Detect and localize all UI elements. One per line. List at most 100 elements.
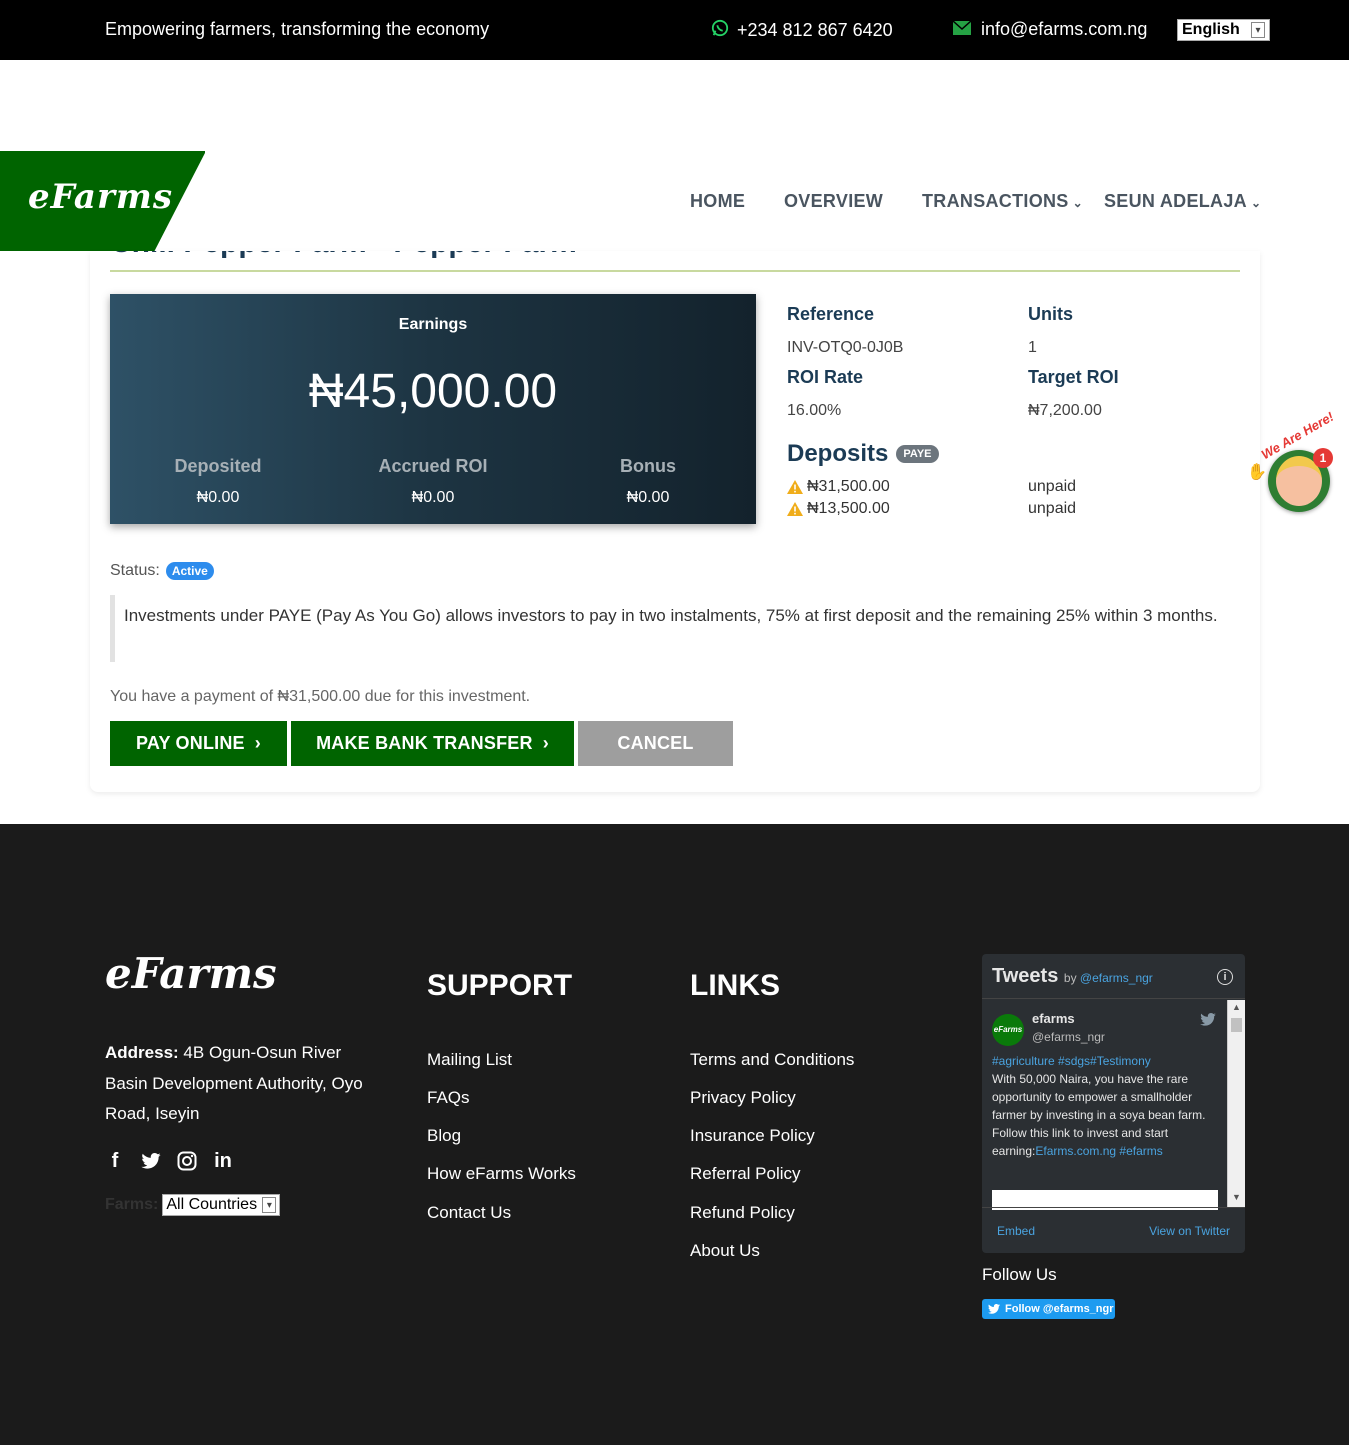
pay-online-label: PAY ONLINE: [136, 733, 245, 753]
twitter-timeline: Tweets by @efarms_ngr i eFarms efarms @e…: [982, 954, 1245, 1253]
nav-user-label: SEUN ADELAJA: [1104, 191, 1247, 211]
embed-link[interactable]: Embed: [997, 1224, 1035, 1238]
deposit-amount: ₦13,500.00: [807, 500, 890, 517]
units-value: 1: [1028, 339, 1037, 356]
warning-icon: [787, 502, 803, 516]
deposits-heading: Deposits PAYE: [787, 440, 939, 468]
tweet-handle[interactable]: @efarms_ngr: [1032, 1028, 1105, 1046]
scrollbar-thumb[interactable]: [1231, 1018, 1242, 1032]
facebook-icon[interactable]: f: [105, 1150, 125, 1172]
earnings-label: Earnings: [398, 316, 468, 333]
footer-link[interactable]: Referral Policy: [690, 1164, 801, 1184]
tweet-text: #agriculture #sdgs#Testimony With 50,000…: [992, 1052, 1217, 1160]
support-link[interactable]: Contact Us: [427, 1203, 511, 1223]
bonus-label: Bonus: [620, 456, 676, 476]
chat-widget[interactable]: We Are Here! ✋ 1: [1243, 409, 1339, 514]
paye-badge: PAYE: [896, 445, 939, 463]
footer-link[interactable]: Privacy Policy: [690, 1088, 796, 1108]
tweet-link[interactable]: Efarms.com.ng #efarms: [1035, 1144, 1162, 1158]
instagram-icon[interactable]: [177, 1150, 197, 1172]
scroll-up-icon[interactable]: ▲: [1232, 1002, 1241, 1012]
title-divider: [110, 270, 1240, 272]
deposit-row: ₦31,500.00: [787, 478, 890, 496]
email-contact[interactable]: info@efarms.com.ng: [952, 19, 1148, 40]
logo[interactable]: eFarms: [28, 177, 173, 217]
twitter-bird-icon[interactable]: [1200, 1012, 1216, 1030]
support-link[interactable]: FAQs: [427, 1088, 470, 1108]
language-select[interactable]: English ▾: [1177, 19, 1270, 41]
view-on-twitter-link[interactable]: View on Twitter: [1149, 1224, 1230, 1238]
nav-transactions[interactable]: TRANSACTIONS ⌄: [922, 191, 1083, 212]
info-icon[interactable]: i: [1217, 969, 1233, 985]
nav-user-menu[interactable]: SEUN ADELAJA ⌄: [1104, 191, 1261, 212]
farms-filter: Farms: All Countries ▾: [105, 1194, 281, 1216]
chevron-down-icon: ⌄: [1072, 196, 1083, 210]
footer-link[interactable]: Terms and Conditions: [690, 1050, 854, 1070]
reference-value: INV-OTQ0-0J0B: [787, 339, 904, 356]
follow-button-label: Follow @efarms_ngr: [1005, 1303, 1114, 1315]
twitter-icon: [988, 1304, 1000, 1314]
chevron-down-icon: ▾: [1251, 22, 1265, 38]
deposits-label: Deposits: [787, 440, 889, 467]
status-badge: Active: [165, 562, 214, 580]
bank-transfer-button[interactable]: MAKE BANK TRANSFER ›: [291, 721, 574, 766]
top-bar: Empowering farmers, transforming the eco…: [0, 0, 1349, 60]
chevron-right-icon: ›: [542, 733, 549, 753]
envelope-icon: [952, 19, 972, 40]
roi-rate-block: ROI Rate 16.00%: [787, 367, 863, 420]
follow-us-heading: Follow Us: [982, 1265, 1057, 1284]
timeline-scrollbar[interactable]: ▲ ▼: [1227, 1000, 1245, 1207]
tweet-item: eFarms efarms @efarms_ngr #agriculture #…: [982, 1000, 1226, 1210]
timeline-title: Tweets by @efarms_ngr: [992, 965, 1153, 988]
status-line: Status: Active: [110, 562, 214, 580]
footer-link[interactable]: Insurance Policy: [690, 1126, 815, 1146]
phone-number: +234 812 867 6420: [737, 20, 893, 40]
nav-home[interactable]: HOME: [690, 191, 745, 212]
timeline-handle-link[interactable]: @efarms_ngr: [1080, 971, 1153, 985]
twitter-icon[interactable]: [141, 1150, 161, 1172]
farms-select-value: All Countries: [166, 1196, 258, 1213]
support-heading: SUPPORT: [427, 969, 573, 1002]
phone-contact[interactable]: +234 812 867 6420: [711, 19, 893, 42]
units-label: Units: [1028, 304, 1073, 324]
support-link[interactable]: How eFarms Works: [427, 1164, 576, 1184]
deposit-amount: ₦31,500.00: [807, 478, 890, 495]
tweet-avatar[interactable]: eFarms: [992, 1014, 1024, 1046]
timeline-by: by: [1063, 971, 1077, 985]
timeline-footer: Embed View on Twitter: [982, 1207, 1245, 1253]
target-roi-value: ₦7,200.00: [1028, 402, 1102, 419]
follow-twitter-button[interactable]: Follow @efarms_ngr: [982, 1299, 1115, 1319]
bank-transfer-label: MAKE BANK TRANSFER: [316, 733, 533, 753]
language-value: English: [1182, 21, 1240, 38]
chevron-right-icon: ›: [254, 733, 261, 753]
pay-online-button[interactable]: PAY ONLINE ›: [110, 721, 287, 766]
paye-note: Investments under PAYE (Pay As You Go) a…: [110, 595, 1240, 662]
reference-label: Reference: [787, 304, 875, 324]
target-roi-block: Target ROI ₦7,200.00: [1028, 367, 1119, 420]
cancel-button[interactable]: CANCEL: [578, 721, 733, 766]
whatsapp-icon: [711, 19, 729, 42]
support-link[interactable]: Mailing List: [427, 1050, 512, 1070]
tweet-hashtags[interactable]: #agriculture #sdgs#Testimony: [992, 1054, 1151, 1068]
social-links: f in: [105, 1150, 233, 1172]
support-link[interactable]: Blog: [427, 1126, 461, 1146]
footer-address: Address: 4B Ogun-Osun River Basin Develo…: [105, 1038, 380, 1130]
main-header: eFarms HOME OVERVIEW TRANSACTIONS ⌄ SEUN …: [0, 151, 1349, 251]
footer-link[interactable]: Refund Policy: [690, 1203, 795, 1223]
earnings-amount: ₦45,000.00: [308, 365, 558, 418]
scroll-down-icon[interactable]: ▼: [1232, 1192, 1241, 1202]
farms-country-select[interactable]: All Countries ▾: [162, 1194, 281, 1216]
linkedin-icon[interactable]: in: [213, 1150, 233, 1172]
address-label: Address:: [105, 1043, 179, 1062]
nav-overview[interactable]: OVERVIEW: [784, 191, 883, 212]
target-roi-label: Target ROI: [1028, 367, 1119, 387]
tweet-username[interactable]: efarms: [1032, 1010, 1075, 1028]
notification-badge: 1: [1313, 448, 1333, 468]
deposit-status: unpaid: [1028, 478, 1077, 495]
waving-hand-icon: ✋: [1247, 464, 1267, 481]
deposited-stat: Deposited ₦0.00: [138, 456, 298, 507]
accrued-roi-value: ₦0.00: [411, 489, 455, 506]
bonus-stat: Bonus ₦0.00: [568, 456, 728, 507]
footer-link[interactable]: About Us: [690, 1241, 760, 1261]
email-address: info@efarms.com.ng: [981, 19, 1148, 39]
